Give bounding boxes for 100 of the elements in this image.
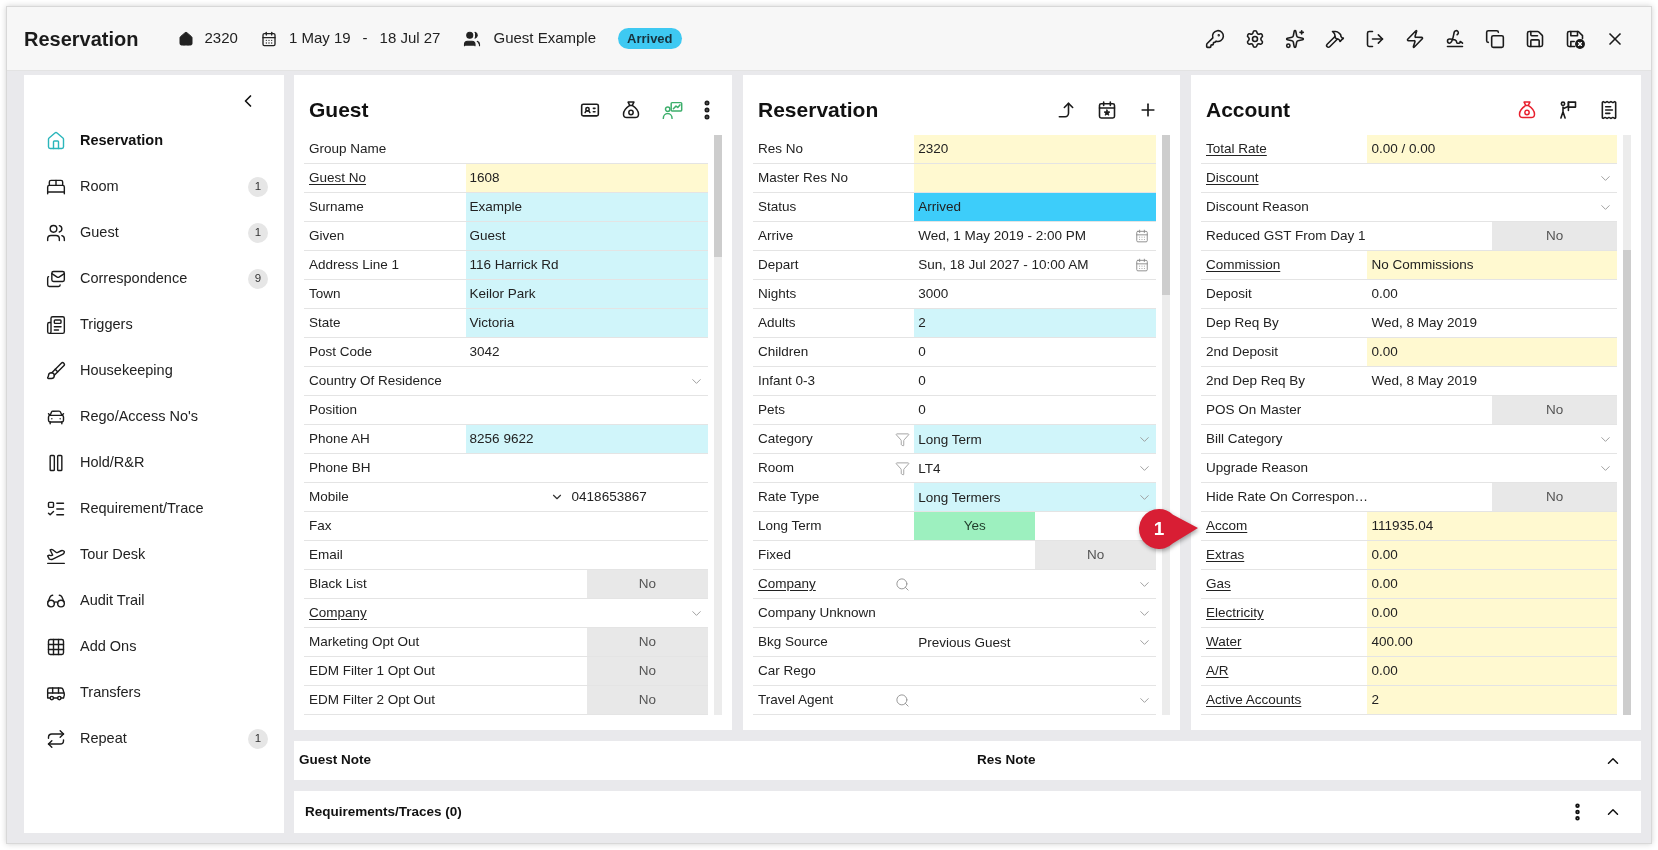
receipt-icon[interactable] (1599, 100, 1619, 120)
calendar-icon[interactable] (1135, 258, 1149, 272)
scrollbar-thumb[interactable] (714, 135, 722, 257)
field-link[interactable]: Discount (1206, 167, 1259, 189)
toggle-button[interactable]: No (586, 686, 708, 714)
input-field[interactable]: 0.00 (1367, 657, 1617, 685)
toggle-button[interactable]: No (1492, 483, 1617, 511)
input-field[interactable]: 0.00 (1367, 280, 1617, 308)
sidebar-item[interactable]: Repeat 1 (46, 716, 268, 762)
save-icon[interactable] (1525, 28, 1545, 49)
scrollbar-thumb[interactable] (1162, 135, 1170, 295)
field-link[interactable]: Water (1206, 631, 1242, 653)
person-sign-icon[interactable] (1558, 100, 1578, 120)
toggle-button[interactable]: No (1035, 541, 1156, 569)
arrival-date: 1 May 19 (288, 28, 351, 49)
input-field[interactable]: 0 (914, 396, 1156, 424)
sidebar-item[interactable]: Requirement/Trace (46, 486, 268, 532)
sidebar-item[interactable]: Add Ons (46, 624, 268, 670)
calendar-icon[interactable] (1135, 229, 1149, 243)
sidebar-item[interactable]: Reservation (46, 118, 268, 164)
field-link[interactable]: Guest No (309, 167, 367, 189)
dropdown-field[interactable]: Long Termers (914, 483, 1156, 511)
input-field[interactable]: 2 (914, 309, 1156, 337)
input-field[interactable]: 0.00 (1367, 541, 1617, 569)
field-link[interactable]: Extras (1206, 544, 1245, 566)
input-field[interactable]: 2320 (914, 135, 1156, 163)
input-field[interactable]: 0 (914, 367, 1156, 395)
sparkles-icon[interactable] (1285, 28, 1305, 49)
field-link[interactable]: Total Rate (1206, 138, 1267, 160)
key-icon[interactable] (1205, 28, 1225, 49)
input-field[interactable]: Guest (465, 222, 708, 250)
sidebar-item[interactable]: Tour Desk (46, 532, 268, 578)
input-field[interactable]: 8256 9622 (465, 425, 708, 453)
input-field[interactable]: 1608 (465, 164, 708, 192)
sidebar-item[interactable]: Triggers (46, 302, 268, 348)
date-field[interactable]: Sun, 18 Jul 2027 - 10:00 AM (914, 251, 1156, 279)
sidebar-item[interactable]: Correspondence 9 (46, 256, 268, 302)
input-field[interactable]: No Commissions (1367, 251, 1617, 279)
input-field[interactable]: 111935.04 (1367, 512, 1617, 540)
toggle-button[interactable]: No (586, 628, 708, 656)
input-field[interactable]: Keilor Park (465, 280, 708, 308)
input-field[interactable]: 0.00 (1367, 599, 1617, 627)
sidebar-item[interactable]: Hold/R&R (46, 440, 268, 486)
scrollbar-thumb[interactable] (1623, 250, 1631, 715)
save-close-icon[interactable] (1565, 28, 1585, 49)
toggle-button[interactable]: No (1492, 396, 1617, 424)
sidebar-item[interactable]: Housekeeping (46, 348, 268, 394)
more-icon[interactable] (1575, 803, 1580, 821)
input-field[interactable]: 0 (914, 338, 1156, 366)
field-link[interactable]: Active Accounts (1206, 689, 1302, 711)
field-link[interactable]: Company (758, 573, 816, 595)
search-icon[interactable] (895, 576, 911, 592)
input-field[interactable]: Wed, 8 May 2019 (1367, 309, 1617, 337)
input-field[interactable]: 0.00 / 0.00 (1367, 135, 1617, 163)
input-field[interactable]: 2 (1367, 686, 1617, 714)
input-field[interactable]: Example (465, 193, 708, 221)
input-field[interactable]: 0.00 (1367, 338, 1617, 366)
input-field[interactable]: Wed, 8 May 2019 (1367, 367, 1617, 395)
field-link[interactable]: Accom (1206, 515, 1248, 537)
money-bag-icon[interactable] (621, 100, 641, 120)
dropdown-field[interactable]: Long Term (914, 425, 1156, 453)
sidebar-item[interactable]: Room 1 (46, 164, 268, 210)
field-link[interactable]: A/R (1206, 660, 1229, 682)
input-field[interactable]: 400.00 (1367, 628, 1617, 656)
field-link[interactable]: Company (309, 602, 367, 624)
input-field[interactable] (914, 164, 1156, 192)
arrow-up-icon[interactable] (1056, 100, 1076, 120)
id-card-icon[interactable] (580, 100, 600, 120)
input-field[interactable]: 3000 (914, 280, 1156, 308)
dropdown-field[interactable]: Previous Guest (914, 628, 1156, 656)
toggle-button[interactable]: No (586, 657, 708, 685)
field-link[interactable]: Electricity (1206, 602, 1264, 624)
field-label: Fax (309, 516, 332, 535)
lightning-icon[interactable] (1405, 28, 1425, 49)
date-field[interactable]: Wed, 1 May 2019 - 2:00 PM (914, 222, 1156, 250)
field-label: Arrive (758, 226, 794, 245)
toggle-button[interactable]: No (1492, 222, 1617, 250)
sidebar-item[interactable]: Guest 1 (46, 210, 268, 256)
sidebar-item[interactable]: Transfers (46, 670, 268, 716)
logout-icon[interactable] (1365, 28, 1385, 49)
input-field[interactable]: Victoria (465, 309, 708, 337)
sidebar-item[interactable]: Rego/Access No's (46, 394, 268, 440)
settings-icon[interactable] (1245, 28, 1265, 49)
toggle-button[interactable]: Yes (914, 512, 1036, 540)
toggle-button[interactable]: No (586, 570, 708, 598)
phone-field[interactable]: 0418653867 (465, 483, 708, 511)
field-link[interactable]: Gas (1206, 573, 1231, 595)
input-field[interactable]: 116 Harrick Rd (465, 251, 708, 279)
person-chart-icon[interactable] (662, 99, 683, 121)
more-icon[interactable] (704, 100, 710, 120)
input-field[interactable]: Arrived (914, 193, 1156, 221)
copy-icon[interactable] (1485, 28, 1505, 49)
input-field[interactable]: 0.00 (1367, 570, 1617, 598)
hammer-icon[interactable] (1325, 28, 1345, 49)
signature-icon[interactable] (1445, 28, 1465, 49)
input-field[interactable]: 3042 (465, 338, 708, 366)
search-icon[interactable] (895, 692, 911, 708)
dropdown-field[interactable]: LT4 (914, 454, 1156, 482)
sidebar-item[interactable]: Audit Trail (46, 578, 268, 624)
field-link[interactable]: Commission (1206, 254, 1281, 276)
